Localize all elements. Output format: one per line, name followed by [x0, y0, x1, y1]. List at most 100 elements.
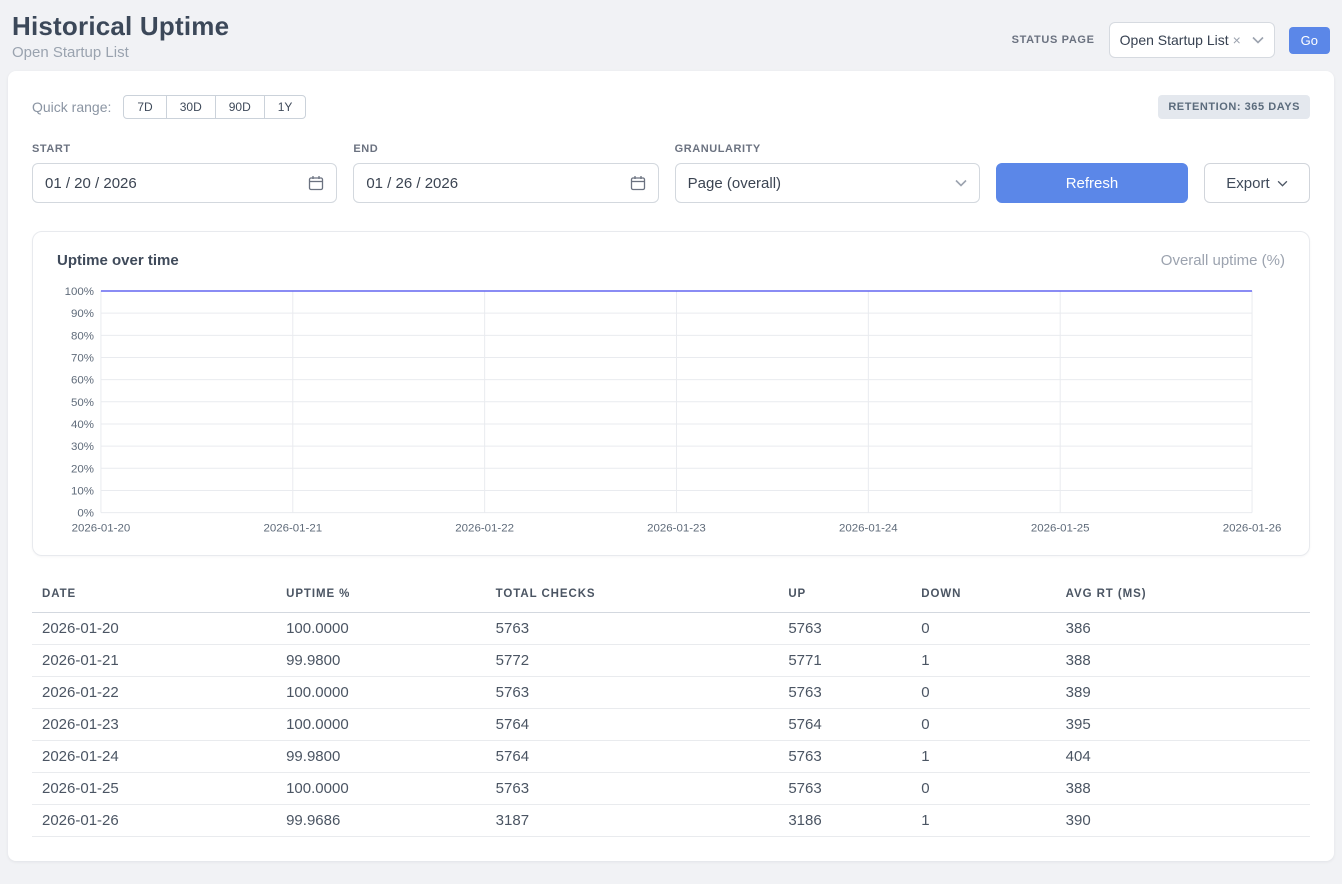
table-column-header: UP — [778, 582, 911, 613]
table-cell: 0 — [911, 708, 1055, 740]
table-cell: 1 — [911, 804, 1055, 836]
table-column-header: UPTIME % — [276, 582, 486, 613]
table-column-header: DATE — [32, 582, 276, 613]
table-cell: 3187 — [486, 804, 779, 836]
table-row: 2026-01-20100.0000576357630386 — [32, 612, 1310, 644]
end-date-label: END — [353, 143, 658, 155]
clear-icon[interactable]: × — [1233, 32, 1241, 48]
svg-text:2026-01-20: 2026-01-20 — [72, 523, 131, 535]
table-cell: 5771 — [778, 644, 911, 676]
quick-range-7d-button[interactable]: 7D — [123, 95, 166, 119]
status-page-selected-value: Open Startup List — [1120, 32, 1229, 48]
table-cell: 5763 — [778, 612, 911, 644]
table-cell: 2026-01-23 — [32, 708, 276, 740]
end-date-input[interactable]: 01 / 26 / 2026 — [353, 163, 658, 203]
uptime-table: DATEUPTIME %TOTAL CHECKSUPDOWNAVG RT (MS… — [32, 582, 1310, 837]
go-button[interactable]: Go — [1289, 27, 1330, 54]
start-date-value: 01 / 20 / 2026 — [45, 175, 137, 192]
uptime-line-chart: 100%90%80%70%60%50%40%30%20%10%0%2026-01… — [57, 283, 1285, 541]
table-cell: 386 — [1056, 612, 1310, 644]
calendar-icon[interactable] — [630, 175, 646, 191]
status-page-select[interactable]: Open Startup List × — [1109, 22, 1275, 58]
table-column-header: AVG RT (MS) — [1056, 582, 1310, 613]
svg-text:0%: 0% — [77, 508, 94, 520]
table-cell: 5763 — [778, 676, 911, 708]
table-cell: 99.9800 — [276, 644, 486, 676]
table-cell: 388 — [1056, 772, 1310, 804]
chevron-down-icon — [1277, 180, 1288, 187]
filter-form-row: START 01 / 20 / 2026 END 01 / 26 / 2026 … — [32, 143, 1310, 203]
table-cell: 2026-01-21 — [32, 644, 276, 676]
svg-text:40%: 40% — [71, 419, 94, 431]
table-cell: 395 — [1056, 708, 1310, 740]
svg-text:50%: 50% — [71, 397, 94, 409]
table-row: 2026-01-22100.0000576357630389 — [32, 676, 1310, 708]
table-cell: 5764 — [486, 708, 779, 740]
table-cell: 1 — [911, 644, 1055, 676]
uptime-chart-card: Uptime over time Overall uptime (%) 100%… — [32, 231, 1310, 556]
table-row: 2026-01-2699.9686318731861390 — [32, 804, 1310, 836]
table-cell: 0 — [911, 612, 1055, 644]
svg-text:20%: 20% — [71, 464, 94, 476]
svg-text:2026-01-24: 2026-01-24 — [839, 523, 898, 535]
table-cell: 2026-01-25 — [32, 772, 276, 804]
quick-range-group: 7D 30D 90D 1Y — [123, 95, 306, 119]
table-cell: 404 — [1056, 740, 1310, 772]
svg-text:90%: 90% — [71, 308, 94, 320]
export-button-label: Export — [1226, 175, 1269, 192]
svg-text:60%: 60% — [71, 375, 94, 387]
svg-text:80%: 80% — [71, 331, 94, 343]
table-cell: 100.0000 — [276, 612, 486, 644]
quick-range-label: Quick range: — [32, 99, 111, 115]
refresh-button[interactable]: Refresh — [996, 163, 1188, 203]
export-button[interactable]: Export — [1204, 163, 1310, 203]
chart-legend: Overall uptime (%) — [1161, 252, 1285, 269]
svg-text:30%: 30% — [71, 441, 94, 453]
table-cell: 100.0000 — [276, 676, 486, 708]
main-card: Quick range: 7D 30D 90D 1Y RETENTION: 36… — [8, 71, 1334, 861]
table-cell: 3186 — [778, 804, 911, 836]
chevron-down-icon — [955, 179, 967, 187]
chevron-down-icon — [1252, 36, 1264, 44]
table-cell: 5772 — [486, 644, 779, 676]
table-cell: 5763 — [486, 612, 779, 644]
start-date-input[interactable]: 01 / 20 / 2026 — [32, 163, 337, 203]
table-cell: 1 — [911, 740, 1055, 772]
svg-text:10%: 10% — [71, 486, 94, 498]
table-cell: 2026-01-20 — [32, 612, 276, 644]
table-header-row: DATEUPTIME %TOTAL CHECKSUPDOWNAVG RT (MS… — [32, 582, 1310, 613]
svg-text:2026-01-21: 2026-01-21 — [263, 523, 322, 535]
quick-range-90d-button[interactable]: 90D — [215, 95, 265, 119]
table-cell: 5763 — [778, 772, 911, 804]
table-column-header: TOTAL CHECKS — [486, 582, 779, 613]
end-date-value: 01 / 26 / 2026 — [366, 175, 458, 192]
page-title: Historical Uptime — [12, 12, 229, 42]
table-cell: 389 — [1056, 676, 1310, 708]
quick-range-30d-button[interactable]: 30D — [166, 95, 216, 119]
table-cell: 388 — [1056, 644, 1310, 676]
table-cell: 5764 — [486, 740, 779, 772]
quick-range-row: Quick range: 7D 30D 90D 1Y RETENTION: 36… — [32, 95, 1310, 119]
table-cell: 2026-01-24 — [32, 740, 276, 772]
table-cell: 5763 — [486, 772, 779, 804]
table-row: 2026-01-23100.0000576457640395 — [32, 708, 1310, 740]
table-cell: 99.9800 — [276, 740, 486, 772]
page-header: Historical Uptime Open Startup List STAT… — [0, 0, 1342, 71]
chart-title: Uptime over time — [57, 252, 179, 269]
table-cell: 2026-01-26 — [32, 804, 276, 836]
svg-text:2026-01-22: 2026-01-22 — [455, 523, 514, 535]
calendar-icon[interactable] — [308, 175, 324, 191]
page-subtitle: Open Startup List — [12, 44, 229, 61]
table-cell: 0 — [911, 772, 1055, 804]
svg-text:2026-01-26: 2026-01-26 — [1223, 523, 1282, 535]
title-block: Historical Uptime Open Startup List — [12, 12, 229, 61]
start-date-label: START — [32, 143, 337, 155]
svg-text:2026-01-25: 2026-01-25 — [1031, 523, 1090, 535]
granularity-selected-value: Page (overall) — [688, 175, 781, 192]
status-page-label: STATUS PAGE — [1012, 34, 1095, 46]
quick-range-1y-button[interactable]: 1Y — [264, 95, 307, 119]
table-cell: 5763 — [486, 676, 779, 708]
retention-badge: RETENTION: 365 DAYS — [1158, 95, 1310, 119]
granularity-select[interactable]: Page (overall) — [675, 163, 980, 203]
header-controls: STATUS PAGE Open Startup List × Go — [1012, 22, 1330, 58]
